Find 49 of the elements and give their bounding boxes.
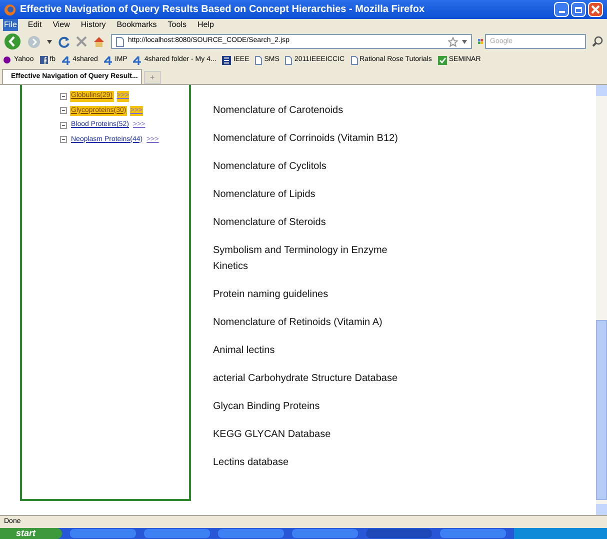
tree-expander-icon[interactable] xyxy=(60,92,67,100)
page-icon xyxy=(116,36,124,46)
result-link[interactable]: Symbolism and Terminology in Enzyme Kinetics xyxy=(213,243,413,275)
search-icon[interactable] xyxy=(592,36,603,47)
home-icon[interactable] xyxy=(93,36,105,48)
tree-expander-icon[interactable] xyxy=(60,122,67,129)
forward-button[interactable] xyxy=(27,34,41,48)
menu-item[interactable]: Edit xyxy=(26,19,43,31)
tree-expander-icon[interactable] xyxy=(60,136,67,144)
page-icon xyxy=(255,56,262,64)
dropdown-caret-icon[interactable] xyxy=(462,40,467,44)
result-link[interactable]: Nomenclature of Carotenoids xyxy=(213,103,413,119)
start-button[interactable]: start xyxy=(0,528,62,539)
menu-item[interactable]: History xyxy=(80,19,107,31)
maximize-button[interactable] xyxy=(571,2,586,17)
four-shaped-icon xyxy=(104,56,113,64)
grid-icon xyxy=(222,56,232,64)
checkmark-icon xyxy=(438,56,447,64)
minimize-button[interactable] xyxy=(554,2,569,17)
menu-item[interactable]: Tools xyxy=(166,19,188,31)
result-link[interactable]: Nomenclature of Steroids xyxy=(213,215,413,231)
result-link[interactable]: Glycan Binding Proteins xyxy=(213,399,413,415)
page-icon xyxy=(285,56,292,64)
back-button[interactable] xyxy=(4,33,21,50)
close-button[interactable] xyxy=(588,2,603,17)
stop-icon[interactable] xyxy=(76,36,87,47)
window-title: Effective Navigation of Query Results Based on Concept Hierarchies - Mozilla Firefox xyxy=(20,3,425,17)
menu-item[interactable]: File xyxy=(3,19,18,31)
result-link[interactable]: KEGG GLYCAN Database xyxy=(213,427,413,443)
star-icon[interactable] xyxy=(448,36,458,46)
scroll-thumb[interactable] xyxy=(596,320,607,500)
menu-item[interactable]: View xyxy=(52,19,71,31)
dropdown-caret-icon[interactable] xyxy=(47,40,52,44)
result-link[interactable]: Lectins database xyxy=(213,455,413,471)
scrollbar[interactable] xyxy=(596,85,607,515)
reload-icon[interactable] xyxy=(58,36,70,48)
result-link[interactable]: Protein naming guidelines xyxy=(213,287,413,303)
result-link[interactable]: acterial Carbohydrate Structure Database xyxy=(213,371,413,387)
result-link[interactable]: Animal lectins xyxy=(213,343,413,359)
menu-item[interactable]: Bookmarks xyxy=(116,19,158,31)
result-link[interactable]: Nomenclature of Lipids xyxy=(213,187,413,203)
page-icon xyxy=(350,56,358,64)
four-shaped-icon xyxy=(133,56,142,64)
menu-item[interactable]: Help xyxy=(196,19,215,31)
result-link[interactable]: Nomenclature of Cyclitols xyxy=(213,159,413,175)
result-link[interactable]: Nomenclature of Corrinoids (Vitamin B12) xyxy=(213,131,413,147)
four-shaped-icon xyxy=(62,56,71,64)
tree-expander-icon[interactable] xyxy=(60,107,67,114)
result-link[interactable]: Nomenclature of Retinoids (Vitamin A) xyxy=(213,315,413,331)
